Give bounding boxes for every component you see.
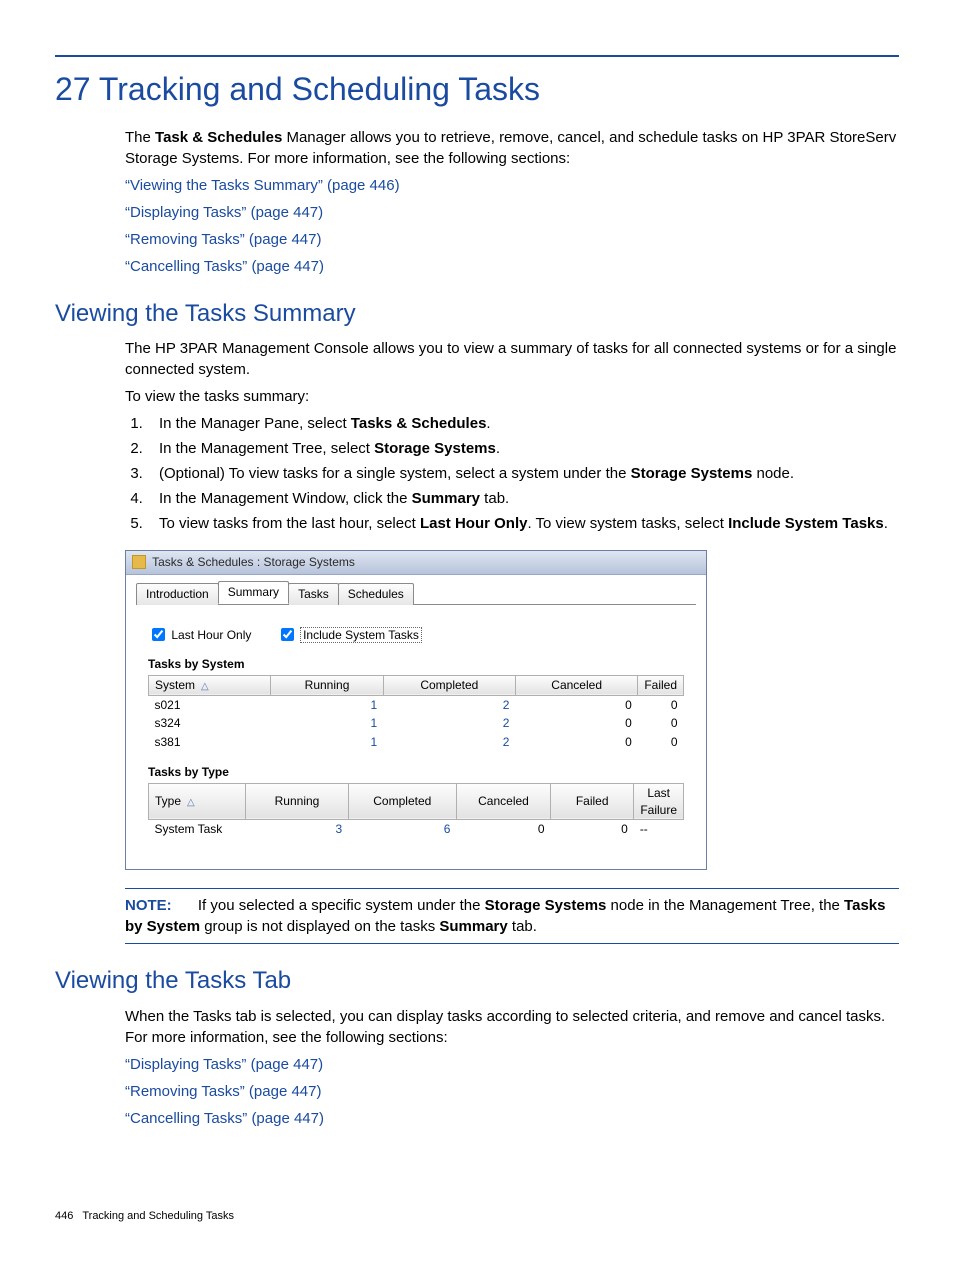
sort-icon: △ [201,681,209,692]
top-rule [55,55,899,57]
checkbox-include-system[interactable]: Include System Tasks [277,628,422,642]
xref-link[interactable]: “Viewing the Tasks Summary” (page 446) [125,177,400,194]
tasks-by-system-table: System△ Running Completed Canceled Faile… [148,675,684,752]
note-label: NOTE: [125,897,172,914]
col-header[interactable]: Completed [383,675,515,695]
group-title: Tasks by Type [148,764,684,781]
col-header[interactable]: Canceled [515,675,637,695]
col-header[interactable]: Running [246,783,348,820]
group-title: Tasks by System [148,656,684,673]
panel-title: Tasks & Schedules : Storage Systems [152,555,355,569]
table-row[interactable]: s021 1 2 0 0 [149,695,684,714]
tasks-by-type-table: Type△ Running Completed Canceled Failed … [148,783,684,839]
steps-list: In the Manager Pane, select Tasks & Sche… [125,413,899,534]
panel-titlebar: Tasks & Schedules : Storage Systems [126,551,706,575]
tab-summary[interactable]: Summary [218,581,289,604]
col-header[interactable]: Completed [348,783,456,820]
col-header[interactable]: System△ [149,675,271,695]
intro-paragraph: The Task & Schedules Manager allows you … [125,127,899,169]
paragraph: To view the tasks summary: [125,386,899,407]
sort-icon: △ [187,797,195,808]
tab-introduction[interactable]: Introduction [136,583,219,605]
checkbox-input[interactable] [281,628,294,641]
tabstrip: Introduction Summary Tasks Schedules [136,581,706,604]
paragraph: The HP 3PAR Management Console allows yo… [125,338,899,380]
table-row[interactable]: s324 1 2 0 0 [149,714,684,733]
col-header[interactable]: Failed [551,783,634,820]
footer-title: Tracking and Scheduling Tasks [82,1210,234,1222]
checkbox-last-hour[interactable]: Last Hour Only [148,628,255,642]
col-header[interactable]: Failed [638,675,684,695]
tab-schedules[interactable]: Schedules [338,583,414,605]
table-row[interactable]: System Task 3 6 0 0 -- [149,820,684,839]
section-heading: Viewing the Tasks Tab [55,964,899,998]
panel-icon [132,555,146,569]
xref-link[interactable]: “Displaying Tasks” (page 447) [125,1056,323,1073]
xref-link[interactable]: “Cancelling Tasks” (page 447) [125,258,324,275]
section-heading: Viewing the Tasks Summary [55,297,899,331]
table-row[interactable]: s381 1 2 0 0 [149,733,684,752]
tab-tasks[interactable]: Tasks [288,583,339,605]
paragraph: When the Tasks tab is selected, you can … [125,1006,899,1048]
col-header[interactable]: Last Failure [634,783,684,820]
col-header[interactable]: Running [271,675,383,695]
col-header[interactable]: Canceled [456,783,550,820]
xref-link[interactable]: “Cancelling Tasks” (page 447) [125,1110,324,1127]
page-heading: 27 Tracking and Scheduling Tasks [55,67,899,112]
page-footer: 446 Tracking and Scheduling Tasks [55,1209,899,1224]
tasks-panel: Tasks & Schedules : Storage Systems Intr… [125,550,707,870]
checkbox-input[interactable] [152,628,165,641]
xref-link[interactable]: “Displaying Tasks” (page 447) [125,204,323,221]
xref-link[interactable]: “Removing Tasks” (page 447) [125,1083,321,1100]
page-number: 446 [55,1210,73,1222]
col-header[interactable]: Type△ [149,783,246,820]
xref-link[interactable]: “Removing Tasks” (page 447) [125,231,321,248]
note: NOTE: If you selected a specific system … [125,895,899,937]
